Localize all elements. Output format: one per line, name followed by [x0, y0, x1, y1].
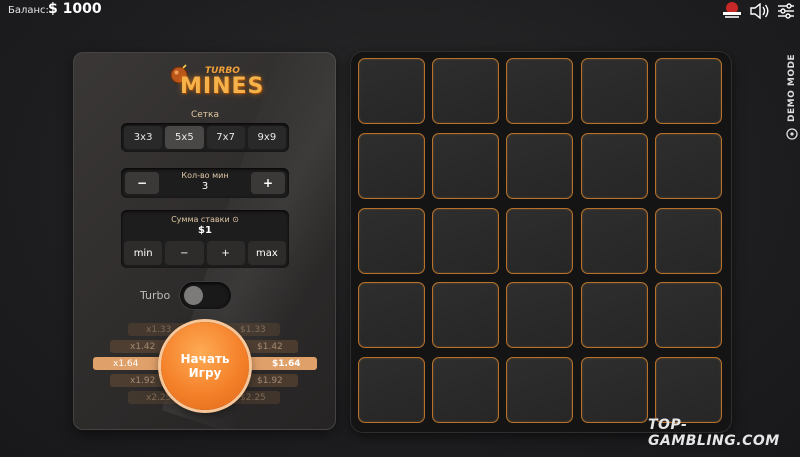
- top-bar: Баланс: $ 1000: [0, 0, 800, 22]
- mines-count-stepper: − Кол-во мин 3 +: [121, 168, 289, 198]
- board-cell[interactable]: [506, 282, 574, 349]
- bet-amount-label: Сумма ставки ⊙: [171, 215, 239, 224]
- board-cell[interactable]: [580, 58, 648, 124]
- odds-left-value: x1.33: [146, 325, 172, 335]
- board-cell[interactable]: [506, 207, 574, 274]
- mines-increase-button[interactable]: +: [251, 172, 285, 194]
- grid-size-label: Сетка: [190, 110, 219, 120]
- odds-right-value: $1.33: [240, 325, 266, 335]
- info-icon[interactable]: [786, 128, 798, 140]
- odds-right-value: $2.25: [240, 393, 266, 403]
- turbo-toggle-knob: [184, 286, 203, 305]
- bet-buttons-row: min − + max: [124, 241, 286, 265]
- board-cell[interactable]: [432, 207, 500, 274]
- grid-option-9x9[interactable]: 9x9: [247, 126, 286, 149]
- bet-increase-button[interactable]: +: [206, 241, 245, 265]
- board-cell[interactable]: [358, 132, 425, 199]
- bet-amount-panel: Сумма ставки ⊙ $1 min − + max: [121, 210, 289, 268]
- board-cell[interactable]: [506, 132, 574, 199]
- mines-board: [351, 52, 731, 432]
- demo-mode-label: DEMO MODE: [787, 53, 797, 122]
- turbo-toggle[interactable]: [180, 282, 231, 309]
- board-cell[interactable]: [580, 357, 648, 424]
- board-cell[interactable]: [654, 132, 722, 199]
- odds-left-value: x1.64: [113, 359, 139, 369]
- settings-sliders-icon[interactable]: [777, 2, 795, 20]
- odds-left-value: x1.92: [130, 376, 156, 386]
- board-cell[interactable]: [580, 282, 648, 349]
- board-cell[interactable]: [432, 132, 500, 199]
- grid-option-7x7[interactable]: 7x7: [206, 126, 245, 149]
- start-button-line2: Игру: [188, 366, 222, 380]
- odds-right-value: $1.64: [272, 359, 301, 369]
- turbo-universe-logo-icon: [723, 2, 741, 18]
- board-cell[interactable]: [580, 207, 648, 274]
- board-cell[interactable]: [580, 132, 648, 199]
- board-cell[interactable]: [432, 282, 500, 349]
- start-game-button[interactable]: Начать Игру: [161, 322, 249, 410]
- grid-option-5x5[interactable]: 5x5: [165, 126, 204, 149]
- board-cell[interactable]: [506, 357, 574, 424]
- bet-max-button[interactable]: max: [247, 241, 286, 265]
- board-cell[interactable]: [654, 58, 722, 124]
- odds-left-value: x2.25: [146, 393, 172, 403]
- balance-value: $ 1000: [48, 1, 102, 17]
- balance-label: Баланс:: [8, 5, 49, 16]
- logo-mines-text: MINES: [180, 74, 265, 99]
- grid-option-3x3[interactable]: 3x3: [124, 126, 163, 149]
- board-cell[interactable]: [432, 58, 500, 124]
- board-cell[interactable]: [358, 207, 425, 274]
- board-cell[interactable]: [654, 282, 722, 349]
- board-cell[interactable]: [432, 357, 500, 424]
- board-cell[interactable]: [358, 282, 425, 349]
- bet-min-button[interactable]: min: [124, 241, 163, 265]
- grid-size-selector: 3x3 5x5 7x7 9x9: [121, 123, 289, 152]
- odds-right-value: $1.92: [257, 376, 283, 386]
- board-cell[interactable]: [506, 58, 574, 124]
- board-cell[interactable]: [654, 207, 722, 274]
- turbo-label: Turbo: [140, 289, 171, 302]
- bet-amount-value: $1: [198, 225, 212, 236]
- board-cell[interactable]: [654, 357, 722, 424]
- bet-decrease-button[interactable]: −: [165, 241, 204, 265]
- start-button-line1: Начать: [180, 352, 230, 366]
- odds-right-value: $1.42: [257, 342, 283, 352]
- sound-icon[interactable]: [750, 3, 770, 19]
- odds-left-value: x1.42: [130, 342, 156, 352]
- board-cell[interactable]: [358, 58, 425, 124]
- watermark-text: TOP-GAMBLING.COM: [648, 417, 780, 449]
- board-cell[interactable]: [358, 357, 425, 424]
